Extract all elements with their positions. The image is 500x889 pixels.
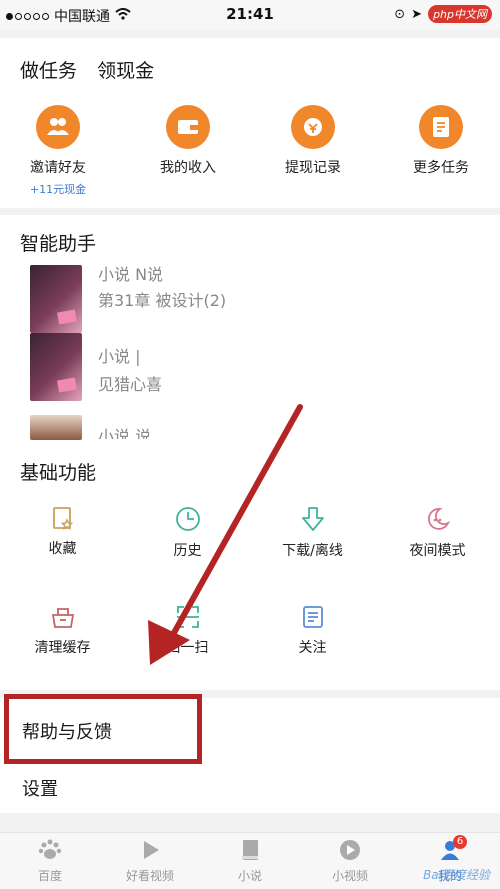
feature-night-mode[interactable]: 夜间模式 <box>375 506 500 560</box>
feature-follow[interactable]: 关注 <box>250 605 375 657</box>
cash-title[interactable]: 领现金 <box>97 60 154 82</box>
book-icon <box>242 840 258 860</box>
assistant-line1: 小说 说 <box>98 427 152 439</box>
feature-history[interactable]: 历史 <box>125 506 250 560</box>
task-invite-friends[interactable]: 邀请好友 +11元现金 <box>3 105 113 197</box>
settings-row[interactable]: 设置 <box>0 763 500 813</box>
book-cover <box>30 415 82 440</box>
night-mode-icon <box>427 508 450 530</box>
task-withdraw-record[interactable]: 提现记录 <box>258 105 368 177</box>
basic-functions-title: 基础功能 <box>20 462 97 484</box>
task-label: 我的收入 <box>160 160 216 176</box>
book-cover <box>30 265 82 333</box>
watermark-logo: php中文网 <box>428 5 492 23</box>
feature-label: 收藏 <box>48 541 77 557</box>
feature-label: 扫一扫 <box>166 640 209 656</box>
assistant-line1: 小说 N说 <box>98 265 164 284</box>
wallet-icon <box>166 105 210 149</box>
download-icon <box>301 507 324 531</box>
tasks-card: 做任务 领现金 邀请好友 +11元现金 我的收入 提现记录 更多任务 <box>0 38 500 208</box>
baidu-paw-icon <box>38 839 62 859</box>
status-bar: 中国联通 21:41 ⊙ ➤ php中文网 <box>0 0 500 30</box>
task-my-income[interactable]: 我的收入 <box>133 105 243 177</box>
feature-label: 清理缓存 <box>34 640 91 656</box>
tab-small-video[interactable]: 小视频 <box>300 833 400 889</box>
assistant-line2: 第31章 被设计(2) <box>98 291 227 310</box>
withdraw-record-icon <box>291 105 335 149</box>
clear-cache-icon <box>51 608 74 628</box>
feature-label: 夜间模式 <box>409 543 466 559</box>
play-icon <box>144 841 159 859</box>
feature-clear-cache[interactable]: 清理缓存 <box>0 605 125 657</box>
watermark-logo: Bai百度经验 <box>423 868 490 882</box>
notification-badge: 6 <box>453 835 467 849</box>
feature-label: 下载/离线 <box>282 543 343 559</box>
task-more-tasks[interactable]: 更多任务 <box>386 105 496 177</box>
task-label: 邀请好友 <box>30 160 86 176</box>
invite-icon <box>36 105 80 149</box>
task-label: 更多任务 <box>413 160 469 176</box>
tab-label: 小说 <box>237 869 262 883</box>
scan-icon <box>176 606 199 628</box>
tasks-title[interactable]: 做任务 <box>20 60 77 82</box>
favorite-icon <box>52 507 73 530</box>
feature-download[interactable]: 下载/离线 <box>250 506 375 560</box>
location-icon: ➤ <box>411 6 423 22</box>
feature-scan[interactable]: 扫一扫 <box>125 605 250 657</box>
settings-label: 设置 <box>22 779 58 800</box>
lock-rotation-icon: ⊙ <box>394 6 406 22</box>
basic-functions-card: 基础功能 收藏 历史 下载/离线 夜间模式 清理缓存 扫一扫 关注 <box>0 440 500 690</box>
assistant-title: 智能助手 <box>20 233 97 255</box>
task-reward: +11元现金 <box>29 183 87 196</box>
task-label: 提现记录 <box>285 160 341 176</box>
tab-label: 百度 <box>37 869 62 883</box>
tab-haokan-video[interactable]: 好看视频 <box>100 833 200 889</box>
feature-label: 历史 <box>173 543 202 559</box>
tab-baidu[interactable]: 百度 <box>0 833 100 889</box>
assistant-line2: 见猎心喜 <box>98 375 163 394</box>
follow-icon <box>302 606 323 628</box>
small-video-icon <box>340 840 360 860</box>
assistant-line1: 小说 | <box>98 347 141 366</box>
highlight-box <box>4 694 202 764</box>
history-icon <box>175 507 200 531</box>
more-tasks-icon <box>419 105 463 149</box>
tab-bar: 百度 好看视频 小说 小视频 6 我的 Bai百度经验 <box>0 832 500 889</box>
tab-label: 小视频 <box>331 869 368 883</box>
feature-favorite[interactable]: 收藏 <box>0 506 125 558</box>
assistant-card: 智能助手 小说 N说 第31章 被设计(2) 小说 | 见猎心喜 小说 说 <box>0 215 500 440</box>
book-cover <box>30 333 82 401</box>
tab-novel[interactable]: 小说 <box>200 833 300 889</box>
feature-label: 关注 <box>298 640 327 656</box>
tab-label: 好看视频 <box>125 869 174 883</box>
